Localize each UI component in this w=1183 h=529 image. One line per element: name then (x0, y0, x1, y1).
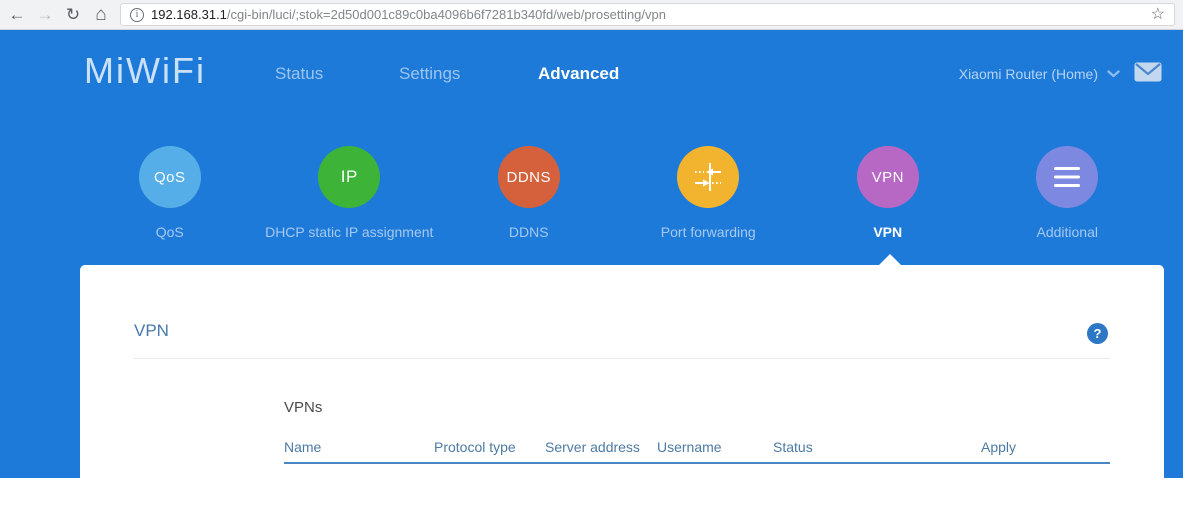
router-selector[interactable]: Xiaomi Router (Home) (959, 66, 1120, 82)
shortcut-additional[interactable]: Additional (978, 146, 1158, 240)
column-name: Name (284, 439, 321, 455)
shortcut-port-forwarding[interactable]: Port forwarding (619, 146, 799, 240)
page-title: VPN (134, 321, 169, 341)
back-icon[interactable]: ← (8, 6, 26, 23)
menu-icon (1052, 166, 1082, 188)
chevron-down-icon (1107, 70, 1120, 78)
shortcut-label: Port forwarding (661, 224, 756, 240)
title-divider (134, 358, 1110, 359)
messages-button[interactable] (1134, 62, 1162, 87)
shortcut-label: VPN (873, 224, 902, 240)
page-info-icon[interactable]: i (130, 8, 144, 22)
bookmark-star-icon[interactable]: ☆ (1151, 7, 1165, 23)
column-status: Status (773, 439, 813, 455)
panel-caret (879, 254, 901, 265)
shortcut-dhcp-static-ip[interactable]: IP DHCP static IP assignment (260, 146, 440, 240)
tab-status[interactable]: Status (275, 64, 323, 84)
vpn-panel: VPN ? VPNs Name Protocol type Server add… (80, 265, 1164, 529)
shortcut-vpn[interactable]: VPN VPN (798, 146, 978, 240)
vpn-badge: VPN (872, 169, 904, 186)
ddns-icon[interactable]: DDNS (498, 146, 560, 208)
url-bar[interactable]: i 192.168.31.1/cgi-bin/luci/;stok=2d50d0… (120, 3, 1175, 26)
url-host: 192.168.31.1 (151, 7, 227, 22)
url-text[interactable]: 192.168.31.1/cgi-bin/luci/;stok=2d50d001… (151, 7, 666, 22)
advanced-shortcuts: QoS QoS IP DHCP static IP assignment DDN… (80, 146, 1157, 240)
shortcut-label: DDNS (509, 224, 549, 240)
browser-toolbar: ← → ↻ ⌂ i 192.168.31.1/cgi-bin/luci/;sto… (0, 0, 1183, 30)
qos-icon[interactable]: QoS (139, 146, 201, 208)
help-button[interactable]: ? (1087, 323, 1108, 344)
ddns-badge: DDNS (506, 169, 551, 186)
home-icon[interactable]: ⌂ (92, 5, 110, 24)
dhcp-ip-icon[interactable]: IP (318, 146, 380, 208)
column-username: Username (657, 439, 722, 455)
ip-badge: IP (341, 167, 358, 187)
url-path: /cgi-bin/luci/;stok=2d50d001c89c0ba4096b… (227, 7, 666, 22)
shortcut-qos[interactable]: QoS QoS (80, 146, 260, 240)
help-question-icon: ? (1094, 326, 1102, 341)
port-forwarding-icon[interactable] (677, 146, 739, 208)
column-apply: Apply (981, 439, 1016, 455)
shortcut-label: Additional (1037, 224, 1099, 240)
vpns-section-title: VPNs (284, 399, 322, 416)
shortcut-label: DHCP static IP assignment (265, 224, 433, 240)
tab-settings[interactable]: Settings (399, 64, 460, 84)
envelope-icon (1134, 62, 1162, 82)
port-forwarding-glyph-icon (691, 160, 725, 194)
tab-advanced[interactable]: Advanced (538, 64, 619, 84)
qos-badge: QoS (154, 169, 186, 186)
additional-icon[interactable] (1036, 146, 1098, 208)
miwifi-logo[interactable]: MiWiFi (84, 51, 206, 91)
table-header-rule (284, 462, 1110, 464)
shortcut-label: QoS (156, 224, 184, 240)
column-protocol-type: Protocol type (434, 439, 516, 455)
column-server-address: Server address (545, 439, 640, 455)
vpn-table-header: Name Protocol type Server address Userna… (80, 439, 1164, 461)
router-selector-label: Xiaomi Router (Home) (959, 66, 1098, 82)
shortcut-ddns[interactable]: DDNS DDNS (439, 146, 619, 240)
reload-icon[interactable]: ↻ (64, 6, 82, 23)
vpn-icon[interactable]: VPN (857, 146, 919, 208)
forward-icon[interactable]: → (36, 6, 54, 23)
